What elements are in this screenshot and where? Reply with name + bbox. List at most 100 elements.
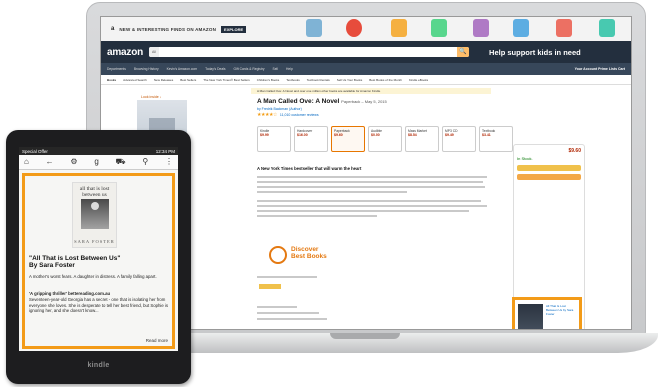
details-line <box>257 306 297 308</box>
description-line <box>257 181 483 183</box>
settings-icon[interactable]: ⚙ <box>70 158 77 166</box>
search-category-select[interactable]: All <box>149 47 159 57</box>
category-item[interactable]: Best Sellers <box>180 78 196 82</box>
search-icon[interactable]: ⚲ <box>142 158 148 166</box>
kindle-book-cover[interactable]: all that is lost between us SARA FOSTER <box>72 182 117 248</box>
explore-button[interactable]: EXPLORE <box>221 25 247 33</box>
account-nav[interactable]: Your Account Prime Lists Cart <box>575 67 625 71</box>
special-offer-label: Special Offer <box>22 148 48 154</box>
description-line <box>257 176 487 178</box>
back-icon[interactable]: ← <box>46 158 54 166</box>
category-item[interactable]: Textbook Rentals <box>307 78 330 82</box>
description-line <box>257 200 481 202</box>
book-author: By Sara Foster <box>29 262 75 269</box>
ad-blurb: Seventeen-year-old Georgia has a secret … <box>29 297 169 314</box>
format-option[interactable]: Mass Market $8.54 <box>405 126 439 152</box>
star-icons: ★★★★☆ <box>257 112 277 118</box>
format-option-selected[interactable]: Paperback $9.60 <box>331 126 365 152</box>
book-title: "All That is Lost Between Us" <box>29 255 121 262</box>
nav-item[interactable]: Help <box>286 67 293 71</box>
home-icon[interactable]: ⌂ <box>24 158 29 166</box>
details-line <box>257 318 327 320</box>
cover-title: all that is lost between us <box>79 186 110 198</box>
product-format: Paperback – May 5, 2015 <box>341 99 387 104</box>
search-icon[interactable]: 🔍 <box>457 47 470 57</box>
format-price: $3.41 <box>482 133 491 137</box>
kindle-device: Special Offer 12:34 PM ⌂ ← ⚙ g ⛟ ⚲ ⋮ all… <box>6 130 191 384</box>
category-item[interactable]: The New York Times® Best Sellers <box>203 78 250 82</box>
goodreads-icon[interactable]: g <box>94 158 98 166</box>
ad-book-cover[interactable] <box>518 304 543 329</box>
promo-image <box>599 19 615 37</box>
nav-item[interactable]: Sell <box>273 67 279 71</box>
category-item[interactable]: Books <box>107 78 116 82</box>
review-count[interactable]: 11,010 customer reviews <box>280 113 319 117</box>
format-option[interactable]: Audible $0.00 <box>368 126 402 152</box>
category-item[interactable]: Best Books of the Month <box>369 78 402 82</box>
kindle-brand: kindle <box>87 362 110 369</box>
nav-item[interactable]: Gift Cards & Registry <box>234 67 265 71</box>
format-price: $16.00 <box>297 133 308 137</box>
rating-stars[interactable]: ★★★★☆ 11,010 customer reviews <box>257 112 319 118</box>
nav-item[interactable]: Today's Deals <box>205 67 225 71</box>
discover-best-books[interactable]: Discover Best Books <box>291 246 327 260</box>
format-price: $9.99 <box>260 133 269 137</box>
description-line <box>257 210 469 212</box>
kindle-ad-highlight[interactable]: All That Is Lost Between Us by Sara Fost… <box>512 297 582 329</box>
nav-item[interactable]: Browsing History <box>134 67 159 71</box>
product-title: A Man Called Ove: A Novel Paperback – Ma… <box>257 98 387 105</box>
nav-item[interactable]: Departments <box>107 67 126 71</box>
promo-image <box>431 19 447 37</box>
menu-icon[interactable]: ⋮ <box>165 158 173 166</box>
category-item[interactable]: Kindle eBooks <box>409 78 428 82</box>
add-to-list-button[interactable] <box>259 284 281 289</box>
description-line <box>257 186 485 188</box>
buy-now-button[interactable] <box>517 174 581 180</box>
format-option[interactable]: MP3 CD $9.49 <box>442 126 476 152</box>
ad-text[interactable]: All That Is Lost Between Us by Sara Fost… <box>546 304 578 316</box>
description-line <box>257 215 377 217</box>
in-stock-label: In Stock. <box>517 156 533 161</box>
kindle-ad-content[interactable]: all that is lost between us SARA FOSTER … <box>22 173 175 349</box>
category-item[interactable]: Textbooks <box>286 78 300 82</box>
read-more-link[interactable]: Read more <box>146 338 168 343</box>
discover-line: Best Books <box>291 253 327 260</box>
category-bar: Books Advanced Search New Releases Best … <box>101 75 631 85</box>
promo-image <box>306 19 322 37</box>
product-author[interactable]: by Fredrik Backman (Author) <box>257 107 302 111</box>
nav-item[interactable]: Kevin's Amazon.com <box>167 67 198 71</box>
description-heading: A New York Times bestseller that will wa… <box>257 166 362 171</box>
category-item[interactable]: Sell Us Your Books <box>337 78 363 82</box>
amazon-logo[interactable]: amazon <box>107 47 143 58</box>
details-line <box>257 312 319 314</box>
cart-icon[interactable]: ⛟ <box>116 158 126 166</box>
look-inside-link[interactable]: Look inside ↓ <box>141 95 161 99</box>
format-option[interactable]: Hardcover $16.00 <box>294 126 328 152</box>
format-price: $0.00 <box>371 133 380 137</box>
format-option[interactable]: Textbook $3.41 <box>479 126 513 152</box>
promo-image <box>513 19 529 37</box>
amazon-sub-nav: Departments Browsing History Kevin's Ama… <box>101 63 631 75</box>
kindle-screen: Special Offer 12:34 PM ⌂ ← ⚙ g ⛟ ⚲ ⋮ all… <box>19 147 178 351</box>
promo-image <box>556 19 572 37</box>
format-option[interactable]: Kindle $9.99 <box>257 126 291 152</box>
category-item[interactable]: Children's Books <box>257 78 279 82</box>
category-item[interactable]: Advanced Search <box>123 78 147 82</box>
promo-image <box>346 19 362 37</box>
amazon-small-logo: a <box>111 26 115 32</box>
promo-strip: a NEW & INTERESTING FINDS ON AMAZON EXPL… <box>101 17 631 41</box>
kindle-notice: A Man Called Ove: A Novel and over one m… <box>251 88 491 94</box>
kindle-toolbar: ⌂ ← ⚙ g ⛟ ⚲ ⋮ <box>19 155 178 170</box>
kindle-status-bar: Special Offer 12:34 PM <box>19 147 178 155</box>
promo-image <box>473 19 489 37</box>
help-kids-banner[interactable]: Help support kids in need <box>489 48 581 57</box>
amazon-logo-text: amazon <box>107 46 144 58</box>
buy-price: $9.60 <box>568 148 581 154</box>
search-bar[interactable]: All 🔍 <box>149 47 470 57</box>
promo-text: NEW & INTERESTING FINDS ON AMAZON <box>119 26 217 32</box>
details-line <box>257 276 317 278</box>
category-item[interactable]: New Releases <box>154 78 173 82</box>
add-to-cart-button[interactable] <box>517 165 581 171</box>
product-title-text: A Man Called Ove: A Novel <box>257 98 340 105</box>
discover-line: Discover <box>291 246 319 253</box>
